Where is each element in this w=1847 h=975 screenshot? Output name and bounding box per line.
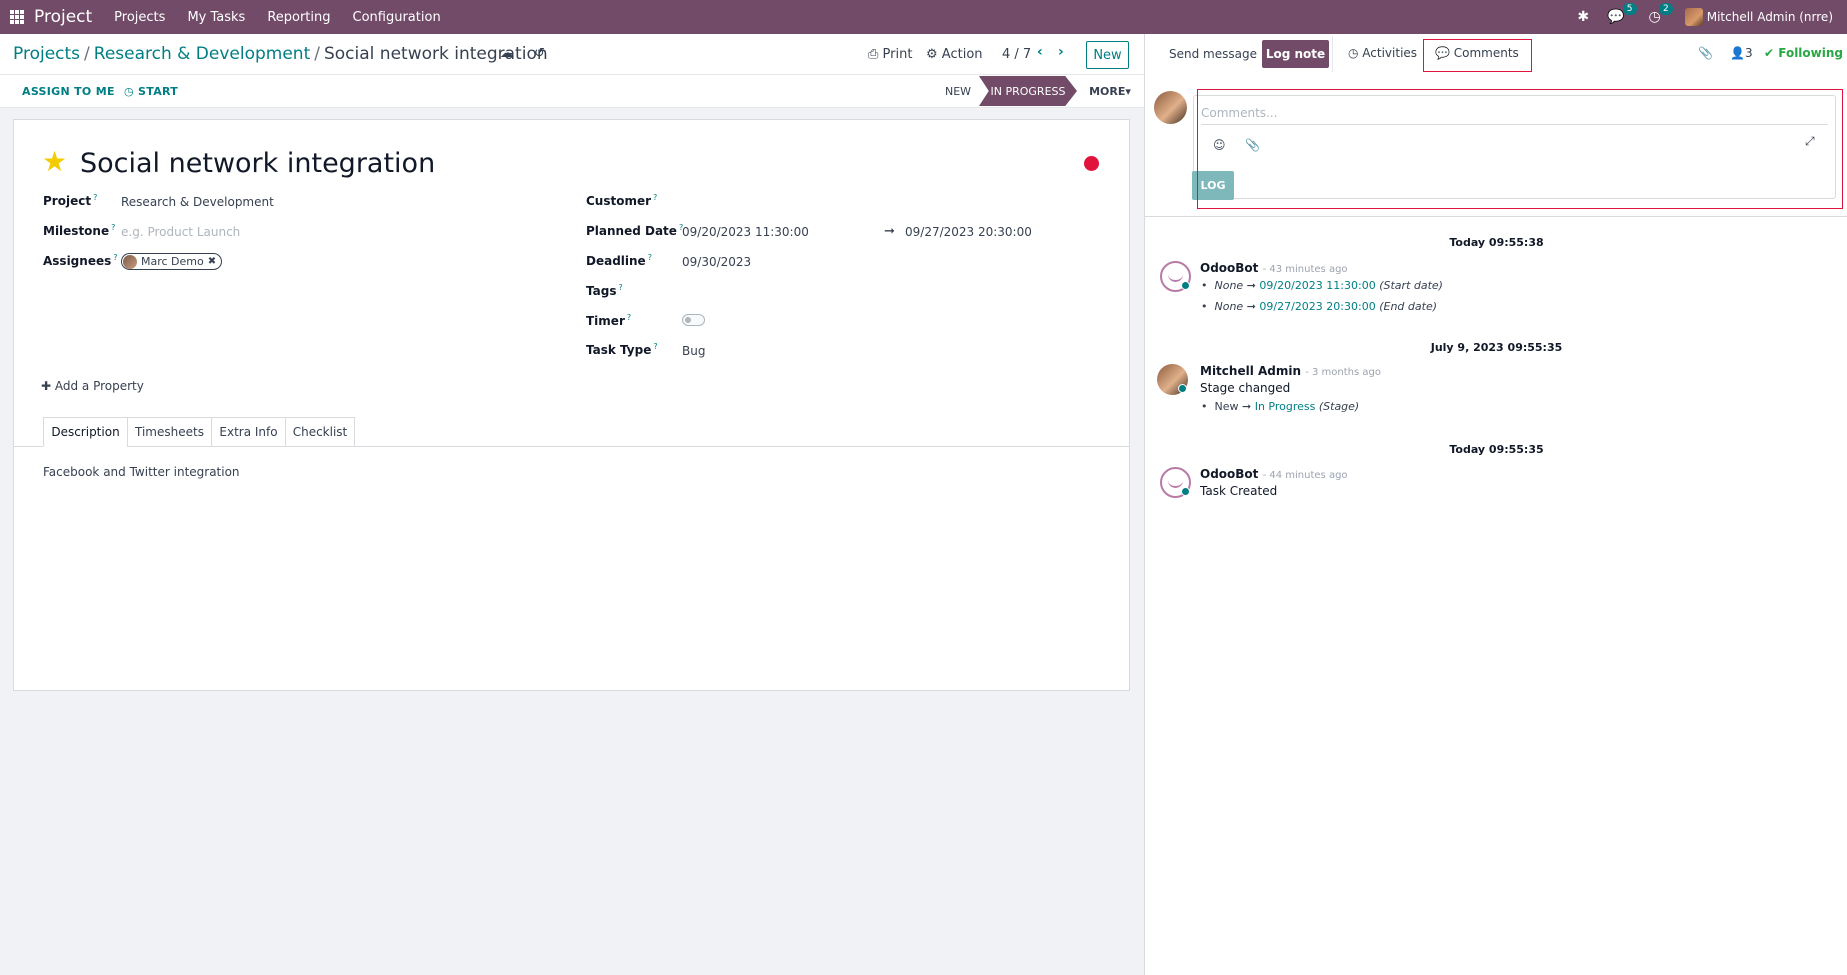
- online-status-dot: [1178, 384, 1187, 393]
- breadcrumb-projects[interactable]: Projects: [13, 44, 80, 64]
- planned-start-field[interactable]: 09/20/2023 11:30:00: [682, 225, 809, 239]
- apps-menu-icon[interactable]: [10, 10, 24, 24]
- attachments-paperclip-icon[interactable]: 📎: [1698, 46, 1713, 60]
- assignee-name: Marc Demo: [141, 255, 204, 268]
- composer-avatar: [1154, 91, 1187, 124]
- menu-configuration[interactable]: Configuration: [353, 10, 441, 25]
- stage-more-dropdown[interactable]: MORE ▾: [1088, 76, 1132, 106]
- activities-clock-icon[interactable]: ◷ 2: [1649, 3, 1673, 25]
- followers-button[interactable]: 👤3: [1730, 46, 1753, 60]
- tracking-change: • None ➞ 09/20/2023 11:30:00 (Start date…: [1201, 279, 1443, 292]
- deadline-label: Deadline?: [586, 253, 652, 268]
- online-status-dot: [1181, 487, 1190, 496]
- log-note-button[interactable]: Log note: [1262, 40, 1329, 68]
- breadcrumb: Projects / Research & Development / Social n…: [13, 44, 548, 64]
- timer-toggle[interactable]: [682, 314, 705, 326]
- milestone-field[interactable]: e.g. Product Launch: [121, 225, 240, 239]
- message-author: Mitchell Admin - 3 months ago: [1200, 364, 1381, 378]
- chatter-panel: Send message Log note ◷ Activities 💬 Com…: [1144, 34, 1847, 975]
- pager-previous-icon[interactable]: ‹: [1037, 44, 1043, 60]
- breadcrumb-project[interactable]: Research & Development: [94, 44, 310, 64]
- messages-icon[interactable]: 💬 5: [1607, 3, 1637, 25]
- breadcrumb-separator: /: [314, 44, 320, 64]
- deadline-field[interactable]: 09/30/2023: [682, 255, 751, 269]
- top-navbar: Project Projects My Tasks Reporting Conf…: [0, 0, 1847, 34]
- following-button[interactable]: ✔ Following: [1764, 46, 1843, 60]
- task-type-field[interactable]: Bug: [682, 344, 705, 358]
- discard-undo-icon[interactable]: ↺: [534, 46, 545, 61]
- project-label: Project?: [43, 193, 98, 208]
- date-separator: Today 09:55:35: [1449, 443, 1544, 456]
- start-timer-button[interactable]: ◷ START: [124, 85, 178, 98]
- assignee-tag[interactable]: Marc Demo ✖: [121, 253, 223, 270]
- pager-value[interactable]: 4 / 7: [1002, 47, 1031, 62]
- planned-date-label: Planned Date?: [586, 223, 684, 238]
- tab-timesheets[interactable]: Timesheets: [127, 417, 212, 447]
- stage-in-progress[interactable]: IN PROGRESS: [979, 76, 1077, 106]
- customer-label: Customer?: [586, 193, 658, 208]
- assignee-avatar: [123, 254, 137, 269]
- tab-extra-info[interactable]: Extra Info: [211, 417, 286, 447]
- breadcrumb-separator: /: [84, 44, 90, 64]
- messages-badge: 5: [1622, 3, 1637, 15]
- kanban-state-dot[interactable]: [1084, 156, 1099, 171]
- user-menu[interactable]: Mitchell Admin (nrre): [1684, 8, 1833, 26]
- tab-checklist[interactable]: Checklist: [285, 417, 355, 447]
- timer-label: Timer?: [586, 313, 632, 328]
- comments-highlight-box: [1423, 39, 1532, 72]
- user-avatar: [1684, 8, 1703, 26]
- chatter-divider: [1332, 36, 1333, 72]
- app-brand[interactable]: Project: [34, 7, 92, 27]
- project-field[interactable]: Research & Development: [121, 195, 274, 209]
- assign-to-me-button[interactable]: ASSIGN TO ME: [22, 85, 115, 98]
- breadcrumb-current: Social network integration: [323, 44, 548, 64]
- stage-new[interactable]: NEW: [935, 76, 981, 106]
- tags-label: Tags?: [586, 283, 623, 298]
- pager-next-icon[interactable]: ›: [1058, 44, 1064, 60]
- assignees-label: Assignees?: [43, 253, 118, 268]
- task-title[interactable]: Social network integration: [80, 148, 435, 179]
- tab-description[interactable]: Description: [43, 417, 128, 447]
- date-separator: Today 09:55:38: [1449, 236, 1544, 249]
- message-body: Stage changed: [1200, 381, 1291, 395]
- new-button[interactable]: New: [1086, 41, 1129, 69]
- planned-end-field[interactable]: 09/27/2023 20:30:00: [905, 225, 1032, 239]
- save-cloud-icon[interactable]: ☁: [500, 46, 513, 61]
- add-property-button[interactable]: ✚ Add a Property: [41, 379, 144, 393]
- tracking-change: • New ➞ In Progress (Stage): [1201, 400, 1360, 413]
- menu-my-tasks[interactable]: My Tasks: [187, 10, 245, 25]
- favorite-star-icon[interactable]: ★: [42, 148, 67, 176]
- message-author: OdooBot - 44 minutes ago: [1200, 467, 1348, 481]
- date-separator: July 9, 2023 09:55:35: [1430, 341, 1563, 354]
- online-status-dot: [1181, 281, 1190, 290]
- date-range-arrow-icon: ➞: [884, 224, 895, 239]
- send-message-button[interactable]: Send message: [1169, 47, 1257, 61]
- action-button[interactable]: ⚙ Action: [926, 47, 983, 62]
- chatter-separator: [1145, 216, 1847, 217]
- print-button[interactable]: ⎙ Print: [868, 47, 912, 62]
- tracking-change: • None ➞ 09/27/2023 20:30:00 (End date): [1201, 300, 1438, 313]
- control-panel: Projects / Research & Development / Social n…: [0, 34, 1144, 75]
- activities-badge: 2: [1659, 3, 1673, 15]
- menu-projects[interactable]: Projects: [114, 10, 165, 25]
- milestone-label: Milestone?: [43, 223, 116, 238]
- message-body: Task Created: [1200, 484, 1278, 498]
- activities-button[interactable]: ◷ Activities: [1348, 46, 1417, 60]
- user-name: Mitchell Admin (nrre): [1706, 10, 1833, 24]
- menu-reporting[interactable]: Reporting: [267, 10, 330, 25]
- remove-tag-icon[interactable]: ✖: [208, 256, 216, 267]
- debug-bug-icon[interactable]: ✱: [1577, 9, 1589, 25]
- description-text[interactable]: Facebook and Twitter integration: [43, 465, 240, 479]
- task-type-label: Task Type?: [586, 342, 658, 357]
- statusbar: ASSIGN TO ME ◷ START NEW IN PROGRESS MOR…: [0, 76, 1144, 108]
- message-author: OdooBot - 43 minutes ago: [1200, 261, 1348, 275]
- composer-highlight-box: [1197, 89, 1843, 209]
